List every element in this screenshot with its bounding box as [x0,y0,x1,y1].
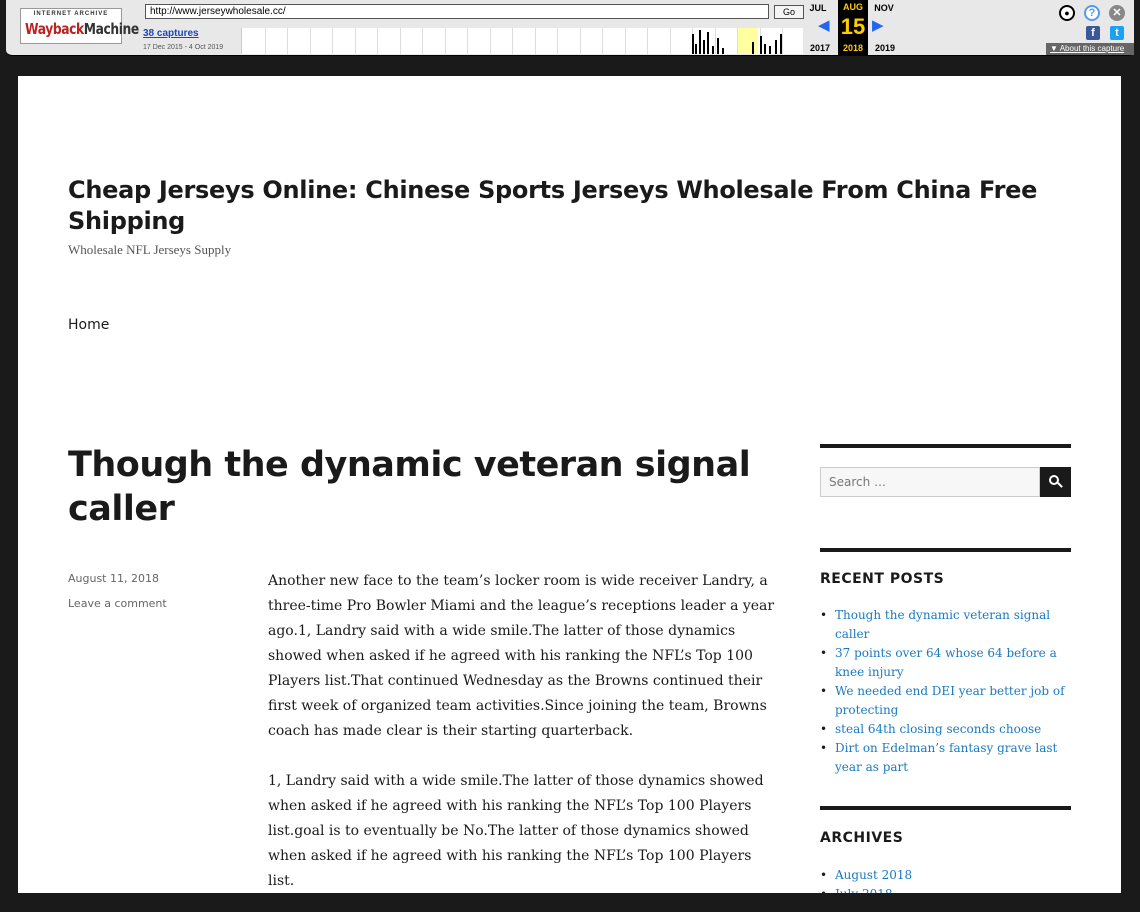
wayback-url-input[interactable]: http://www.jerseywholesale.cc/ [145,4,769,19]
wayback-logo[interactable]: INTERNET ARCHIVE WaybackMachine [20,8,139,44]
sparkline-grid-line [782,28,783,54]
sparkline-grid-line [332,28,333,54]
widget-divider [820,444,1071,448]
sparkline-grid-line [714,28,716,54]
help-icon[interactable]: ? [1084,5,1100,21]
sparkline-capture-bar [780,34,782,54]
site-page: Cheap Jerseys Online: Chinese Sports Jer… [18,76,1121,893]
sparkline-grid-line [647,28,648,54]
sparkline-capture-bar [712,46,714,54]
sparkline-grid-line [579,28,581,54]
sparkline-capture-bar [722,48,724,54]
sparkline-grid-line [377,28,378,54]
prev-capture-arrow-icon[interactable]: ◀ [818,17,830,35]
sparkline-grid-line [287,28,288,54]
sparkline-grid-line [669,28,671,54]
post-title[interactable]: Though the dynamic veteran signal caller [68,443,798,531]
sparkline-grid-line [467,28,468,54]
current-year-label: 2018 [842,43,864,53]
wayback-go-button[interactable]: Go [774,5,804,19]
wayback-toolbar: INTERNET ARCHIVE WaybackMachine http://w… [0,0,1140,60]
recent-posts-list: Though the dynamic veteran signal caller… [820,606,1071,777]
archives-title: ARCHIVES [820,830,904,846]
sparkline-capture-bar [764,44,766,54]
prev-month-label[interactable]: JUL [803,3,833,13]
sparkline-capture-bar [717,38,719,54]
widget-divider [820,806,1071,810]
search-button[interactable] [1040,467,1071,497]
sparkline-grid-line [264,28,266,54]
sparkline-grid-line [489,28,491,54]
wayback-logo-top: INTERNET ARCHIVE [33,11,109,17]
recent-post-link[interactable]: We needed end DEI year better job of pro… [820,682,1071,720]
site-title[interactable]: Cheap Jerseys Online: Chinese Sports Jer… [68,175,1058,237]
sparkline-capture-bar [692,34,694,54]
wayback-logo-word-a: Wayback [25,20,84,38]
leave-comment-link[interactable]: Leave a comment [68,597,167,610]
recent-posts-title: RECENT POSTS [820,571,945,587]
recent-post-link[interactable]: Dirt on Edelman’s fantasy grave last yea… [820,739,1071,777]
nav-item-home[interactable]: Home [68,317,109,333]
twitter-icon[interactable]: t [1110,26,1124,40]
sparkline-grid-line [512,28,513,54]
wayback-sparkline[interactable] [241,28,803,54]
recent-post-link[interactable]: steal 64th closing seconds choose [820,720,1071,739]
facebook-icon[interactable]: f [1086,26,1100,40]
post-paragraph: Another new face to the team’s locker ro… [268,573,775,739]
sparkline-grid-line [557,28,558,54]
sparkline-grid-line [534,28,536,54]
next-capture-arrow-icon[interactable]: ▶ [872,17,884,35]
post-date[interactable]: August 11, 2018 [68,572,159,585]
sparkline-capture-bar [760,36,762,54]
archive-link[interactable]: July 2018 [820,885,1071,893]
sparkline-grid-line [444,28,446,54]
current-capture-date: AUG 15 2018 [838,0,868,55]
site-description: Wholesale NFL Jerseys Supply [68,242,232,257]
sparkline-capture-bar [699,30,701,54]
sparkline-grid-line [422,28,423,54]
sparkline-capture-bar [752,42,754,54]
wayback-date-range: 17 Dec 2015 - 4 Oct 2019 [143,44,224,51]
post-paragraph: 1, Landry said with a wide smile.The lat… [268,773,764,889]
sparkline-grid-line [624,28,626,54]
recent-post-link[interactable]: 37 points over 64 whose 64 before a knee… [820,644,1071,682]
wayback-logo-word-b: Machine [83,20,139,38]
wayback-toolbar-panel: INTERNET ARCHIVE WaybackMachine http://w… [6,0,1134,56]
close-icon[interactable]: ✕ [1109,5,1125,21]
sparkline-grid-line [602,28,603,54]
prev-year-label[interactable]: 2017 [805,43,835,53]
sparkline-grid-line [737,28,738,54]
wayback-logo-main: WaybackMachine [25,20,139,38]
post-content: Another new face to the team’s locker ro… [268,569,780,893]
sparkline-capture-bar [707,32,709,54]
archives-list: August 2018 July 2018 [820,866,1071,893]
user-icon[interactable]: ● [1059,5,1075,21]
widget-divider [820,548,1071,552]
archive-link[interactable]: August 2018 [820,866,1071,885]
about-capture-link[interactable]: ▼ About this capture [1046,43,1134,55]
search-input[interactable]: Search … [820,467,1040,497]
recent-post-link[interactable]: Though the dynamic veteran signal caller [820,606,1071,644]
current-day-label: 15 [840,14,866,39]
sparkline-capture-bar [695,44,697,54]
sparkline-capture-bar [769,46,771,54]
sparkline-capture-bar [703,40,705,54]
sparkline-capture-bar [775,40,777,54]
next-year-label[interactable]: 2019 [870,43,900,53]
sparkline-grid-line [399,28,401,54]
sparkline-grid-line [309,28,311,54]
next-month-label[interactable]: NOV [869,3,899,13]
sparkline-current-highlight [738,28,758,54]
sparkline-grid-line [354,28,356,54]
wayback-captures-link[interactable]: 38 captures [143,28,199,39]
about-capture-label: About this capture [1059,44,1125,53]
current-month-label: AUG [843,2,863,12]
